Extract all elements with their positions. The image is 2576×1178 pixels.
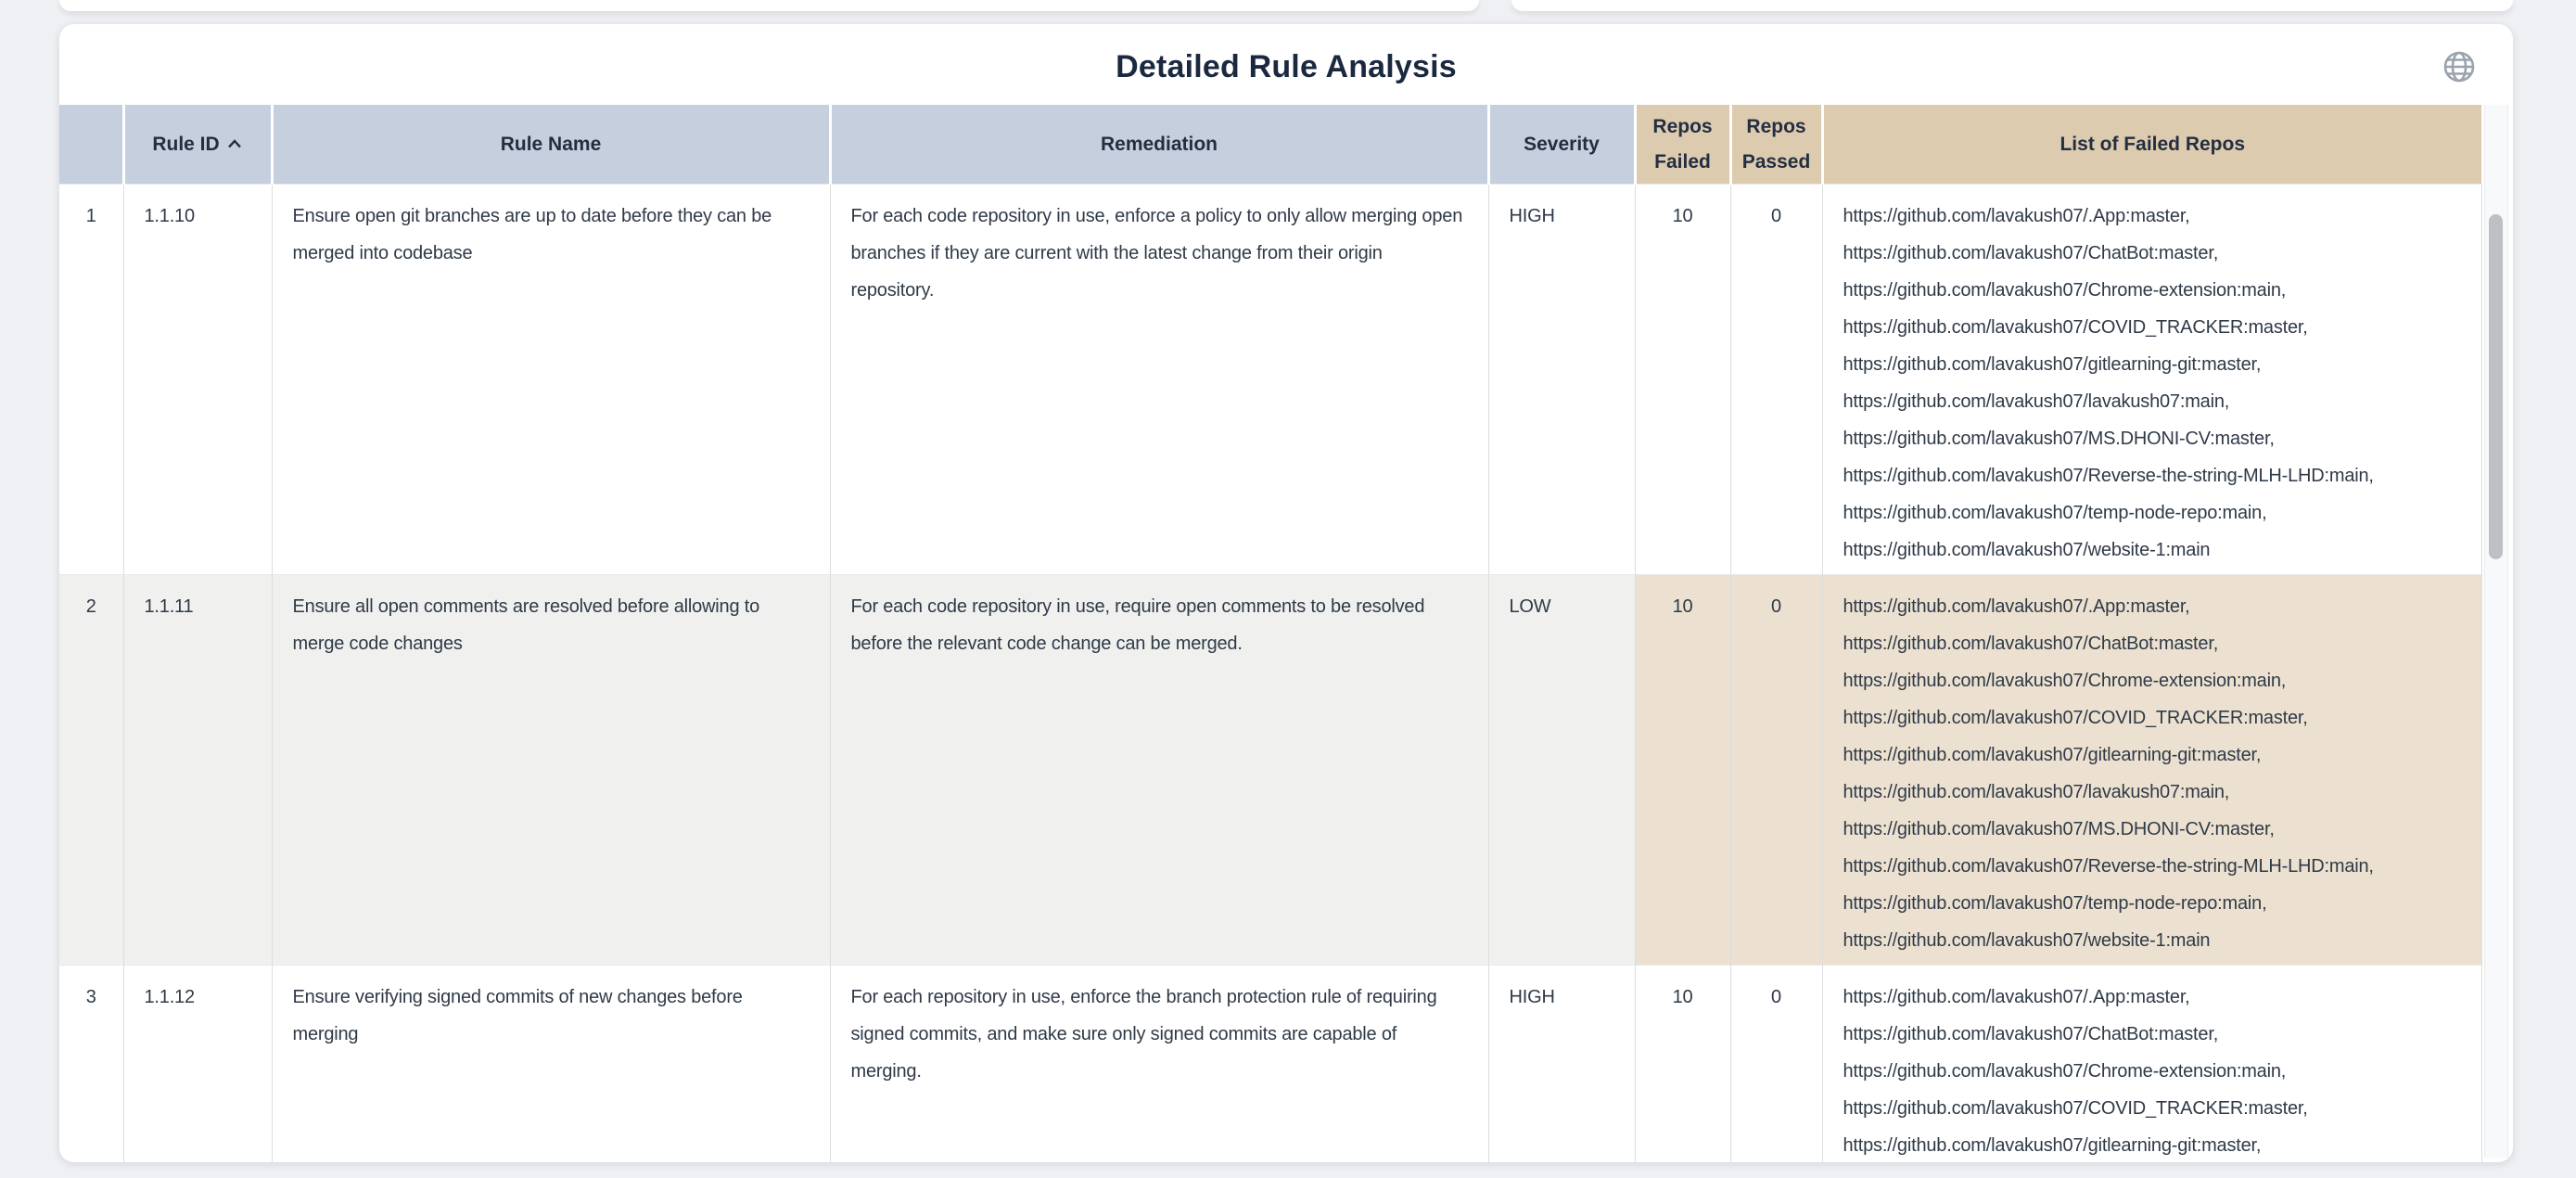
cell-repos-passed: 0 — [1730, 966, 1822, 1163]
col-header-failed-repos-list[interactable]: List of Failed Repos — [1822, 105, 2481, 185]
col-header-remediation[interactable]: Remediation — [830, 105, 1488, 185]
cell-repos-failed: 10 — [1635, 575, 1730, 966]
cell-remediation: For each code repository in use, require… — [830, 575, 1488, 966]
scrollbar-thumb[interactable] — [2489, 214, 2503, 559]
cell-severity: HIGH — [1488, 966, 1635, 1163]
col-header-index — [59, 105, 123, 185]
cell-repos-failed: 10 — [1635, 966, 1730, 1163]
cell-failed-repos: https://github.com/lavakush07/.App:maste… — [1822, 966, 2481, 1163]
cell-rule-name: Ensure verifying signed commits of new c… — [272, 966, 830, 1163]
top-card-left — [59, 0, 1479, 11]
col-header-rule-id[interactable]: Rule ID — [123, 105, 272, 185]
cell-rule-id: 1.1.12 — [123, 966, 272, 1163]
rule-table: Rule ID Rule Name Remediation Severity R… — [59, 105, 2513, 1162]
globe-button[interactable] — [2437, 45, 2481, 89]
cell-remediation: For each repository in use, enforce the … — [830, 966, 1488, 1163]
table-row: 3 1.1.12 Ensure verifying signed commits… — [59, 966, 2481, 1163]
card-header: Detailed Rule Analysis — [59, 24, 2513, 105]
cell-row-index: 3 — [59, 966, 123, 1163]
cell-rule-name: Ensure open git branches are up to date … — [272, 185, 830, 575]
cell-row-index: 1 — [59, 185, 123, 575]
detailed-rule-analysis-card: Detailed Rule Analysis — [59, 24, 2513, 1162]
cell-repos-failed: 10 — [1635, 185, 1730, 575]
cell-repos-passed: 0 — [1730, 575, 1822, 966]
page-title: Detailed Rule Analysis — [59, 24, 2513, 85]
cell-severity: HIGH — [1488, 185, 1635, 575]
cell-failed-repos: https://github.com/lavakush07/.App:maste… — [1822, 575, 2481, 966]
top-card-right — [1511, 0, 2513, 11]
table-header-row: Rule ID Rule Name Remediation Severity R… — [59, 105, 2481, 185]
cell-rule-id: 1.1.11 — [123, 575, 272, 966]
cell-severity: LOW — [1488, 575, 1635, 966]
col-header-repos-passed[interactable]: Repos Passed — [1730, 105, 1822, 185]
col-header-rule-id-label: Rule ID — [152, 134, 219, 155]
chevron-up-icon — [226, 138, 243, 149]
cell-failed-repos: https://github.com/lavakush07/.App:maste… — [1822, 185, 2481, 575]
table-row: 1 1.1.10 Ensure open git branches are up… — [59, 185, 2481, 575]
page: Detailed Rule Analysis — [0, 0, 2576, 1178]
cell-rule-id: 1.1.10 — [123, 185, 272, 575]
col-header-repos-failed[interactable]: Repos Failed — [1635, 105, 1730, 185]
cell-repos-passed: 0 — [1730, 185, 1822, 575]
vertical-scrollbar[interactable] — [2484, 105, 2508, 1158]
table-row: 2 1.1.11 Ensure all open comments are re… — [59, 575, 2481, 966]
cell-row-index: 2 — [59, 575, 123, 966]
cell-rule-name: Ensure all open comments are resolved be… — [272, 575, 830, 966]
cell-remediation: For each code repository in use, enforce… — [830, 185, 1488, 575]
col-header-severity[interactable]: Severity — [1488, 105, 1635, 185]
col-header-rule-name[interactable]: Rule Name — [272, 105, 830, 185]
globe-icon — [2437, 45, 2481, 89]
